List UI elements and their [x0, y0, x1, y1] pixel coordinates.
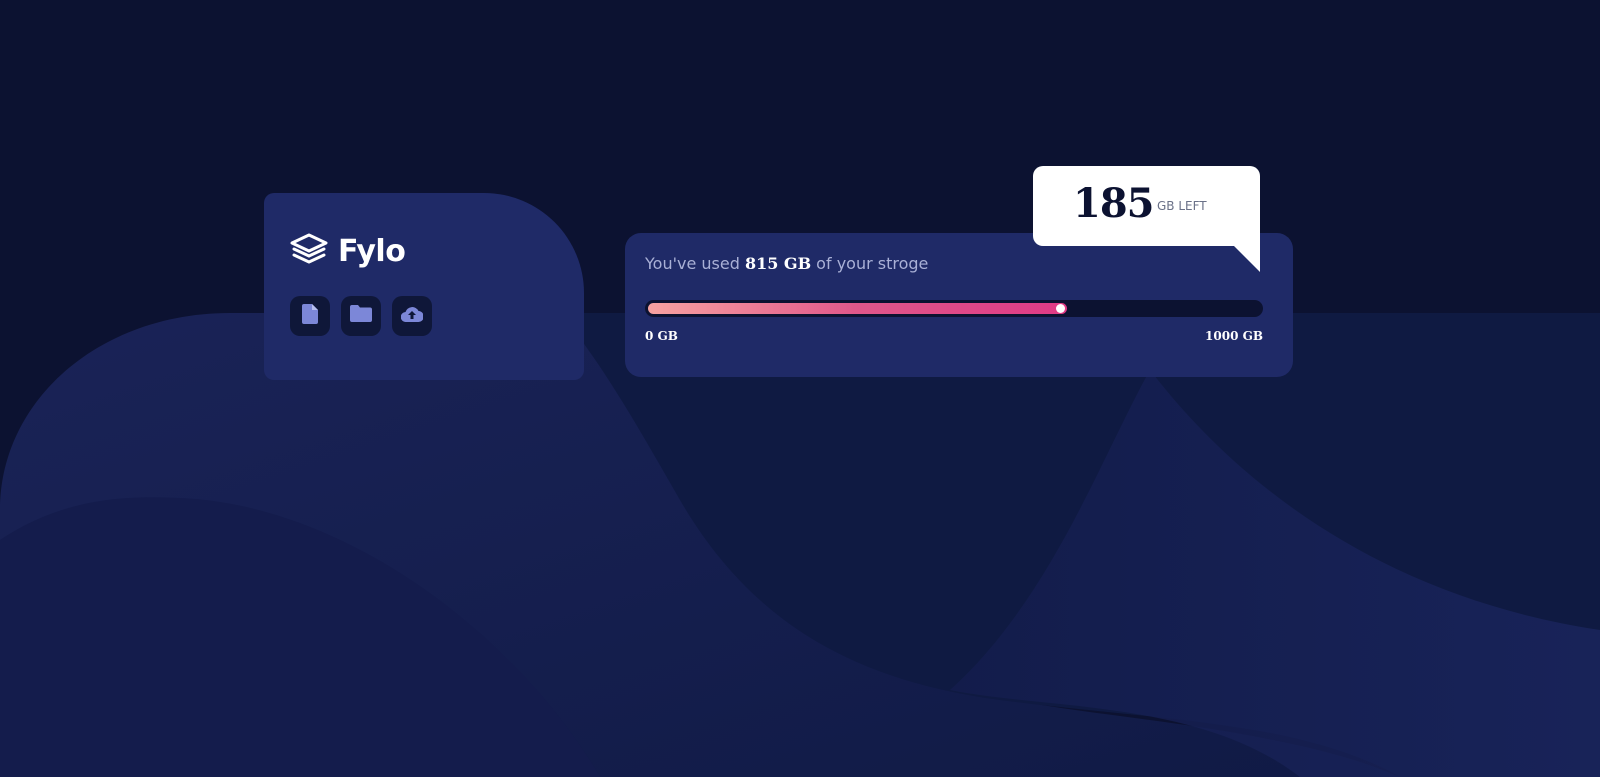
usage-prefix: You've used: [645, 254, 745, 273]
storage-usage-card: You've used 815 GB of your stroge 0 GB 1…: [625, 233, 1293, 377]
action-icons: [290, 296, 432, 336]
background-waves: [0, 0, 1600, 777]
usage-suffix: of your stroge: [811, 254, 929, 273]
layers-icon: [290, 233, 328, 270]
folder-icon: [350, 305, 372, 327]
logo-card: Fylo: [264, 193, 584, 380]
remaining-amount: 185: [1073, 180, 1154, 227]
document-icon: [302, 303, 318, 329]
brand-logo: Fylo: [290, 233, 406, 270]
storage-progress-track: [645, 300, 1263, 317]
upload-button[interactable]: [392, 296, 432, 336]
used-amount: 815 GB: [744, 254, 812, 273]
remaining-callout: 185 GB LEFT: [1033, 166, 1260, 272]
storage-progress-fill: [648, 303, 1067, 314]
brand-name: Fylo: [338, 234, 406, 269]
usage-summary: You've used 815 GB of your stroge: [645, 254, 928, 273]
cloud-upload-icon: [400, 306, 424, 327]
remaining-unit: GB LEFT: [1157, 199, 1207, 213]
folder-button[interactable]: [341, 296, 381, 336]
callout-tail: [1234, 246, 1260, 272]
document-button[interactable]: [290, 296, 330, 336]
progress-knob: [1056, 304, 1065, 313]
scale-min-label: 0 GB: [645, 329, 678, 343]
scale-max-label: 1000 GB: [1205, 329, 1263, 343]
